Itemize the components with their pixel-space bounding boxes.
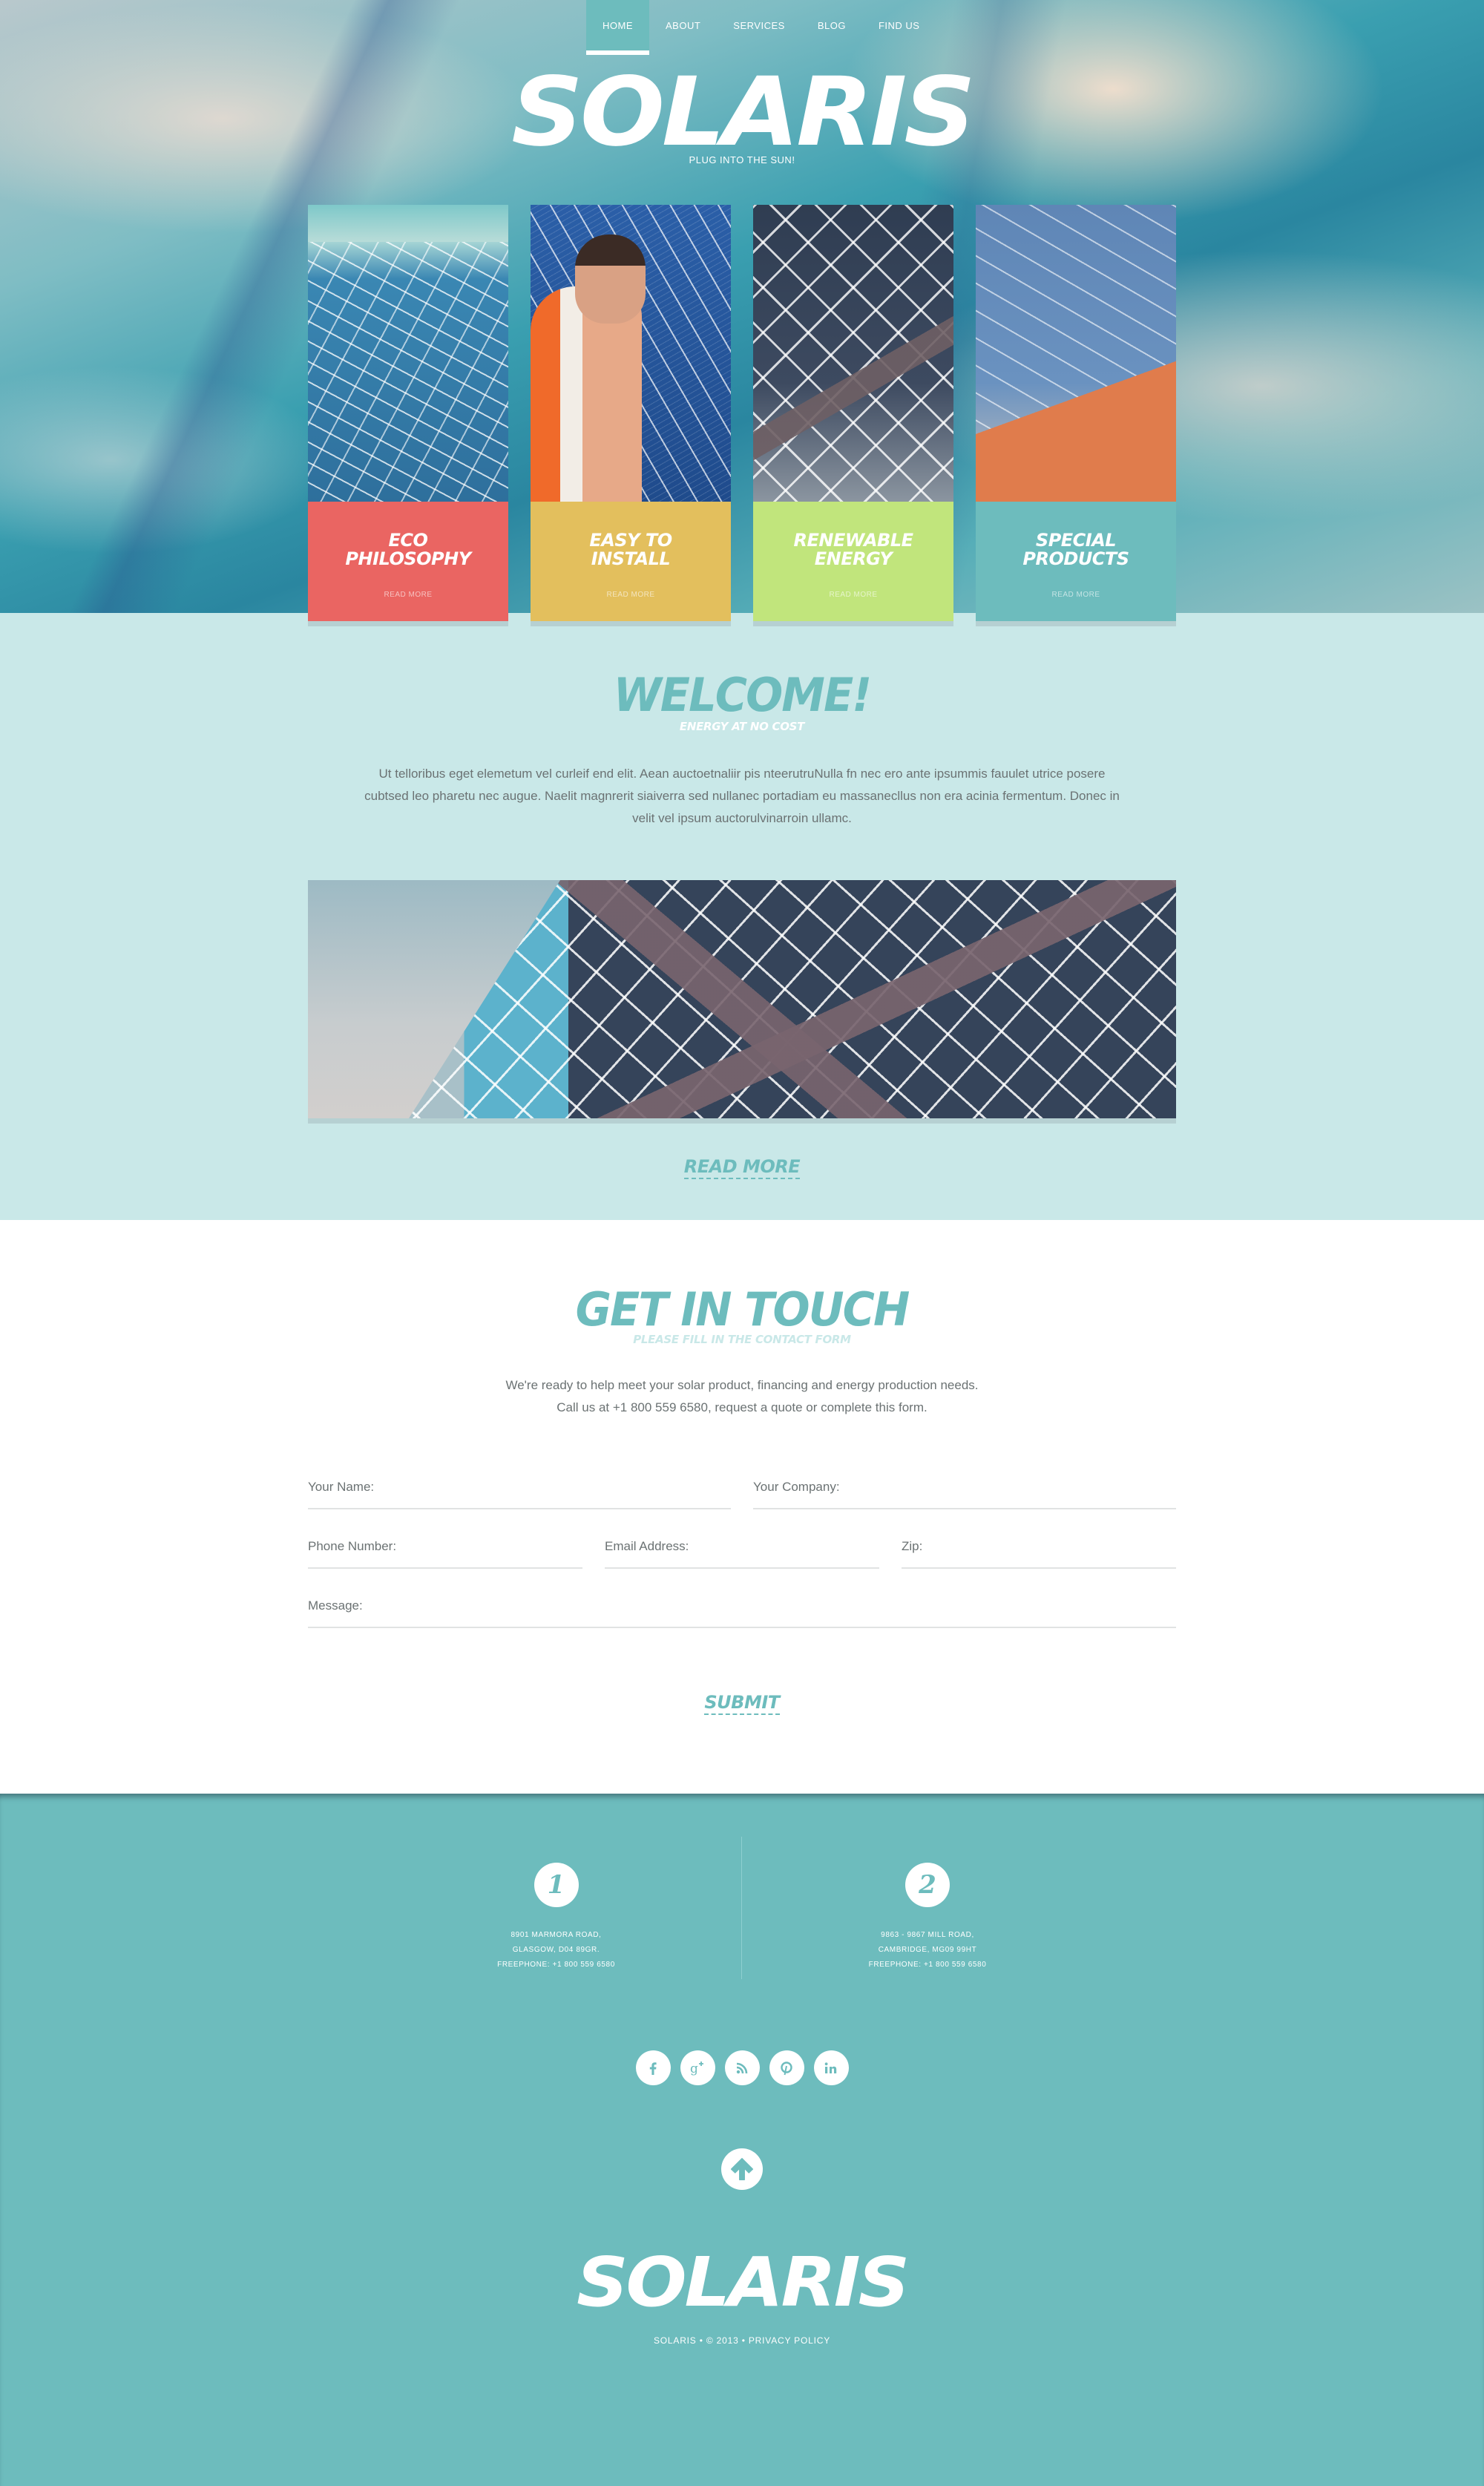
copyright-separator: • [699, 2335, 703, 2346]
card-read-more-link[interactable]: Read More [1051, 591, 1100, 599]
welcome-section: WELCOME! ENERGY AT NO COST Ut telloribus… [0, 613, 1484, 1220]
card-body: ECO PHILOSOPHY Read More [308, 502, 508, 621]
contact-title: GET IN TOUCH [575, 1282, 910, 1337]
submit-button[interactable]: SUBMIT [704, 1692, 780, 1715]
copyright-bar: SOLARIS • © 2013 • PRIVACY POLICY [0, 2335, 1484, 2346]
feature-card-eco[interactable]: ECO PHILOSOPHY Read More [308, 205, 508, 621]
nav-item-blog[interactable]: Blog [801, 0, 862, 50]
privacy-policy-link[interactable]: PRIVACY POLICY [749, 2335, 830, 2346]
rss-button[interactable] [724, 2050, 760, 2085]
linkedin-icon [824, 2062, 837, 2073]
arrow-up-icon [730, 2157, 754, 2181]
email-field[interactable] [605, 1539, 879, 1554]
copyright-year: © 2013 [706, 2335, 739, 2346]
linkedin-button[interactable] [813, 2050, 849, 2085]
card-read-more-link[interactable]: Read More [384, 591, 432, 599]
back-to-top-button[interactable] [721, 2148, 763, 2190]
google-plus-icon: g [690, 2061, 703, 2076]
svg-text:g: g [690, 2062, 698, 2076]
office-item: 1 8901 Marmora Road, Glasgow, D04 89GR. … [371, 1837, 742, 1979]
address-line: Glasgow, D04 89GR. [512, 1946, 600, 1954]
name-field[interactable] [308, 1480, 731, 1495]
zip-field[interactable] [902, 1539, 1176, 1554]
form-row [308, 1539, 1176, 1569]
main-nav: Home About Services Blog Find Us [586, 0, 936, 55]
phone-field-wrap [308, 1539, 582, 1569]
contact-intro-line: Call us at +1 800 559 6580, request a qu… [556, 1400, 928, 1414]
site-tagline: PLUG INTO THE SUN! [689, 154, 795, 165]
card-read-more-link[interactable]: Read More [829, 591, 877, 599]
pinterest-button[interactable] [769, 2050, 804, 2085]
office-number-badge: 1 [533, 1863, 579, 1907]
contact-form [308, 1480, 1176, 1658]
nav-item-about[interactable]: About [649, 0, 717, 50]
card-body: SPECIAL PRODUCTS Read More [976, 502, 1176, 621]
solar-canopy-photo [308, 880, 1176, 1118]
copyright-separator: • [741, 2335, 746, 2346]
phone-field[interactable] [308, 1539, 582, 1554]
site-logo[interactable]: SOLARIS [0, 65, 1484, 160]
phone-line: Freephone: +1 800 559 6580 [497, 1961, 615, 1969]
nav-item-home[interactable]: Home [586, 0, 649, 55]
company-field[interactable] [753, 1480, 1176, 1495]
card-title: EASY TO INSTALL [589, 530, 672, 569]
welcome-title: WELCOME! [613, 668, 872, 722]
nav-item-find-us[interactable]: Find Us [862, 0, 936, 50]
company-field-wrap [753, 1480, 1176, 1509]
office-item: 2 9863 - 9867 Mill Road, Cambridge, MG09… [742, 1837, 1113, 1979]
nav-item-services[interactable]: Services [717, 0, 801, 50]
pinterest-icon [781, 2061, 792, 2075]
submit-wrap: SUBMIT [0, 1692, 1484, 1715]
feature-cards: ECO PHILOSOPHY Read More EASY TO INSTALL… [308, 205, 1176, 621]
read-more-button[interactable]: READ MORE [683, 1156, 801, 1179]
feature-card-install[interactable]: EASY TO INSTALL Read More [531, 205, 731, 621]
contact-intro-line: We're ready to help meet your solar prod… [505, 1378, 979, 1392]
form-row [308, 1598, 1176, 1628]
hero-section: Home About Services Blog Find Us SOLARIS… [0, 0, 1484, 621]
social-links: g [0, 2050, 1484, 2085]
address-line: 8901 Marmora Road, [510, 1931, 602, 1939]
email-field-wrap [605, 1539, 879, 1569]
message-field-wrap [308, 1598, 1176, 1628]
installer-head [575, 235, 646, 324]
card-body: EASY TO INSTALL Read More [531, 502, 731, 621]
message-field[interactable] [308, 1598, 1176, 1613]
address-line: 9863 - 9867 Mill Road, [881, 1931, 974, 1939]
card-title: ECO PHILOSOPHY [345, 530, 471, 569]
copyright-brand: SOLARIS [653, 2335, 697, 2346]
footer: 1 8901 Marmora Road, Glasgow, D04 89GR. … [0, 1794, 1484, 2486]
card-image-roof-panels [976, 205, 1176, 502]
welcome-text: Ut telloribus eget elemetum vel curleif … [364, 767, 1120, 825]
office-number-badge: 2 [905, 1863, 950, 1907]
name-field-wrap [308, 1480, 731, 1509]
feature-card-renewable[interactable]: RENEWABLE ENERGY Read More [753, 205, 953, 621]
google-plus-button[interactable]: g [680, 2050, 715, 2085]
office-address: 8901 Marmora Road, Glasgow, D04 89GR. Fr… [371, 1928, 741, 1972]
phone-line: Freephone: +1 800 559 6580 [868, 1961, 987, 1969]
address-line: Cambridge, MG09 99HT [878, 1946, 977, 1954]
form-row [308, 1480, 1176, 1509]
rss-icon [736, 2062, 748, 2073]
office-address: 9863 - 9867 Mill Road, Cambridge, MG09 9… [742, 1928, 1113, 1972]
card-image-installer [531, 205, 731, 502]
card-image-panel-canopy [753, 205, 953, 502]
footer-logo[interactable]: SOLARIS [0, 2249, 1484, 2317]
facebook-icon [649, 2062, 657, 2075]
card-title: SPECIAL PRODUCTS [1022, 530, 1129, 569]
read-more-wrap: READ MORE [0, 1156, 1484, 1179]
feature-card-special[interactable]: SPECIAL PRODUCTS Read More [976, 205, 1176, 621]
card-title: RENEWABLE ENERGY [793, 530, 913, 569]
zip-field-wrap [902, 1539, 1176, 1569]
facebook-button[interactable] [635, 2050, 671, 2085]
card-read-more-link[interactable]: Read More [606, 591, 654, 599]
office-list: 1 8901 Marmora Road, Glasgow, D04 89GR. … [371, 1837, 1113, 1979]
card-image-solar-panels [308, 205, 508, 502]
card-body: RENEWABLE ENERGY Read More [753, 502, 953, 621]
contact-intro: We're ready to help meet your solar prod… [0, 1374, 1484, 1419]
